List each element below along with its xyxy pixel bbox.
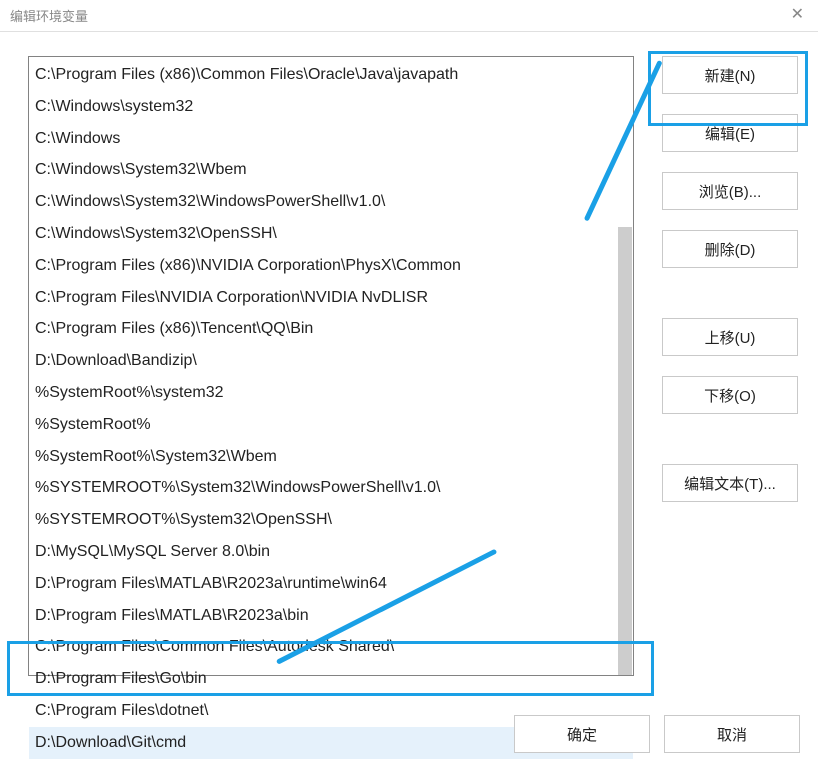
list-item[interactable]: D:\Download\Bandizip\ <box>29 345 633 377</box>
close-icon[interactable]: ✕ <box>791 4 804 24</box>
bottom-button-row: 确定 取消 <box>514 715 800 753</box>
dialog-content: C:\Program Files (x86)\Common Files\Orac… <box>0 32 818 676</box>
move-down-button[interactable]: 下移(O) <box>662 376 798 414</box>
list-item[interactable]: C:\Windows <box>29 123 633 155</box>
list-item[interactable]: %SYSTEMROOT%\System32\OpenSSH\ <box>29 504 633 536</box>
list-item[interactable]: %SystemRoot%\System32\Wbem <box>29 441 633 473</box>
scrollbar-thumb[interactable] <box>618 227 632 675</box>
delete-button[interactable]: 删除(D) <box>662 230 798 268</box>
browse-button[interactable]: 浏览(B)... <box>662 172 798 210</box>
list-item[interactable]: C:\Program Files (x86)\Common Files\Orac… <box>29 59 633 91</box>
list-item[interactable]: C:\Windows\System32\Wbem <box>29 154 633 186</box>
list-item[interactable]: C:\Program Files (x86)\NVIDIA Corporatio… <box>29 250 633 282</box>
titlebar: 编辑环境变量 ✕ <box>0 0 818 32</box>
list-item[interactable]: C:\Windows\System32\WindowsPowerShell\v1… <box>29 186 633 218</box>
edit-button[interactable]: 编辑(E) <box>662 114 798 152</box>
new-button[interactable]: 新建(N) <box>662 56 798 94</box>
edit-text-button[interactable]: 编辑文本(T)... <box>662 464 798 502</box>
move-up-button[interactable]: 上移(U) <box>662 318 798 356</box>
list-item[interactable]: C:\Program Files (x86)\Tencent\QQ\Bin <box>29 313 633 345</box>
path-listbox[interactable]: C:\Program Files (x86)\Common Files\Orac… <box>28 56 634 676</box>
list-item[interactable]: C:\Program Files\Common Files\Autodesk S… <box>29 631 633 663</box>
window-title: 编辑环境变量 <box>10 6 88 25</box>
list-item[interactable]: D:\MySQL\MySQL Server 8.0\bin <box>29 536 633 568</box>
list-item[interactable]: %SystemRoot% <box>29 409 633 441</box>
cancel-button[interactable]: 取消 <box>664 715 800 753</box>
list-item[interactable]: C:\Program Files\NVIDIA Corporation\NVID… <box>29 282 633 314</box>
side-button-column: 新建(N) 编辑(E) 浏览(B)... 删除(D) 上移(U) 下移(O) 编… <box>662 56 798 676</box>
list-item[interactable]: C:\Windows\System32\OpenSSH\ <box>29 218 633 250</box>
list-item[interactable]: D:\Program Files\MATLAB\R2023a\bin <box>29 600 633 632</box>
list-item[interactable]: %SYSTEMROOT%\System32\WindowsPowerShell\… <box>29 472 633 504</box>
list-item[interactable]: C:\Windows\system32 <box>29 91 633 123</box>
ok-button[interactable]: 确定 <box>514 715 650 753</box>
list-item[interactable]: D:\Program Files\Go\bin <box>29 663 633 695</box>
list-item[interactable]: %SystemRoot%\system32 <box>29 377 633 409</box>
list-item[interactable]: D:\Program Files\MATLAB\R2023a\runtime\w… <box>29 568 633 600</box>
